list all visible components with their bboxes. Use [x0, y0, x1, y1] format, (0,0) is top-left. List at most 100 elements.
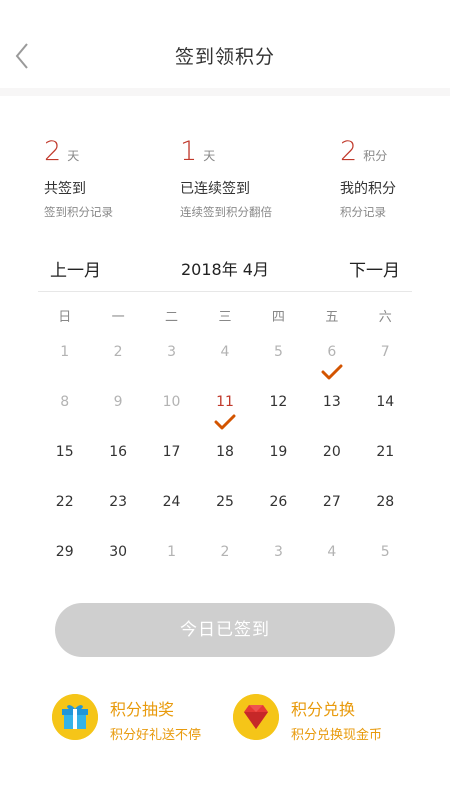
page-title: 签到领积分: [174, 46, 275, 68]
calendar-day[interactable]: 7: [359, 340, 412, 390]
calendar-day[interactable]: 27: [305, 490, 358, 540]
streak-unit: 天: [203, 149, 216, 163]
calendar-day[interactable]: 29: [38, 540, 91, 590]
calendar-day[interactable]: 22: [38, 490, 91, 540]
calendar-day[interactable]: 16: [91, 440, 144, 490]
calendar-day[interactable]: 15: [38, 440, 91, 490]
calendar-day-number: 5: [273, 344, 283, 360]
calendar-day[interactable]: 19: [252, 440, 305, 490]
points-link[interactable]: 积分记录: [340, 204, 396, 220]
total-signin-unit: 天: [67, 149, 80, 163]
calendar-day-number: 2: [113, 344, 123, 360]
calendar-day[interactable]: 1: [38, 340, 91, 390]
calendar-day[interactable]: 9: [91, 390, 144, 440]
ruby-icon: [233, 694, 279, 740]
weekday-label: 六: [378, 310, 392, 325]
calendar-week-row: 8 9 10 11 12 13 14: [38, 390, 412, 440]
total-signin-stat[interactable]: 2天 共签到 签到积分记录: [44, 136, 113, 220]
points-label: 我的积分: [340, 181, 396, 197]
calendar-day-number: 3: [273, 544, 283, 560]
calendar-day[interactable]: 4: [198, 340, 251, 390]
calendar-day-number: 6: [327, 344, 337, 360]
calendar-day[interactable]: 3: [252, 540, 305, 590]
calendar-day-number: 8: [60, 394, 70, 410]
calendar-day[interactable]: 24: [145, 490, 198, 540]
calendar-day-number: 19: [269, 444, 288, 460]
calendar-week-row: 1 2 3 4 5 6 7: [38, 340, 412, 390]
weekday-label: 二: [165, 310, 179, 325]
calendar-day-number: 18: [216, 444, 234, 460]
calendar-day[interactable]: 3: [145, 340, 198, 390]
points-stat[interactable]: 2 积分 我的积分 积分记录: [340, 136, 396, 220]
calendar-day-number: 1: [167, 544, 177, 560]
calendar-day-number: 13: [322, 394, 341, 410]
calendar-day[interactable]: 12: [252, 390, 305, 440]
calendar-day-number: 3: [167, 344, 177, 360]
calendar-day-number: 5: [380, 544, 390, 560]
calendar-day-number: 11: [216, 394, 234, 410]
calendar-day[interactable]: 10: [145, 390, 198, 440]
weekday-label: 日: [58, 310, 72, 325]
weekday-header: 日 一 二 三 四 五 六: [38, 306, 412, 325]
calendar-day[interactable]: 1: [145, 540, 198, 590]
calendar-day[interactable]: 11: [198, 390, 251, 440]
calendar-day-number: 29: [55, 544, 74, 560]
points-count: 2: [340, 136, 358, 167]
checked-mark-icon: [321, 364, 343, 380]
month-navigation: 上一月 2018年 4月 下一月: [38, 252, 412, 292]
calendar-day[interactable]: 18: [198, 440, 251, 490]
lottery-title: 积分抽奖: [110, 700, 175, 719]
calendar-day-number: 7: [380, 344, 390, 360]
calendar-day-number: 22: [55, 494, 74, 510]
calendar-day-number: 12: [269, 394, 288, 410]
calendar-day-number: 26: [269, 494, 288, 510]
streak-count: 1: [180, 136, 198, 167]
calendar-day[interactable]: 21: [359, 440, 412, 490]
calendar-day-number: 30: [109, 544, 128, 560]
calendar-day-number: 15: [55, 444, 74, 460]
header: 签到领积分: [0, 0, 450, 88]
checked-mark-icon: [214, 414, 236, 430]
calendar-week-row: 15 16 17 18 19 20 21: [38, 440, 412, 490]
calendar-day[interactable]: 26: [252, 490, 305, 540]
calendar-day-number: 24: [162, 494, 181, 510]
next-month-button[interactable]: 下一月: [349, 256, 400, 281]
calendar-day[interactable]: 28: [359, 490, 412, 540]
calendar-day[interactable]: 17: [145, 440, 198, 490]
calendar-day[interactable]: 6: [305, 340, 358, 390]
gift-icon: [52, 694, 98, 740]
calendar-day[interactable]: 23: [91, 490, 144, 540]
weekday-label: 三: [218, 310, 232, 325]
calendar-day[interactable]: 25: [198, 490, 251, 540]
calendar-day[interactable]: 8: [38, 390, 91, 440]
signed-today-button[interactable]: 今日已签到: [55, 603, 395, 657]
weekday-label: 一: [111, 310, 125, 325]
calendar-day-number: 10: [162, 394, 181, 410]
points-unit: 积分: [363, 149, 388, 163]
calendar-day[interactable]: 14: [359, 390, 412, 440]
calendar-day[interactable]: 5: [359, 540, 412, 590]
exchange-title: 积分兑换: [291, 700, 356, 719]
exchange-subtitle: 积分兑换现金币: [291, 728, 383, 743]
calendar-day-number: 27: [322, 494, 341, 510]
calendar-day-number: 9: [113, 394, 123, 410]
calendar-week-row: 29 30 1 2 3 4 5: [38, 540, 412, 590]
calendar-day[interactable]: 13: [305, 390, 358, 440]
total-signin-link[interactable]: 签到积分记录: [44, 204, 113, 220]
streak-link[interactable]: 连续签到积分翻倍: [180, 204, 272, 220]
lottery-subtitle: 积分好礼送不停: [110, 728, 202, 743]
calendar-day-number: 16: [109, 444, 128, 460]
calendar-day[interactable]: 2: [91, 340, 144, 390]
weekday-label: 五: [325, 310, 339, 325]
calendar-day-number: 4: [220, 344, 230, 360]
calendar-day-number: 17: [162, 444, 181, 460]
streak-stat[interactable]: 1天 已连续签到 连续签到积分翻倍: [180, 136, 272, 220]
calendar-day-number: 14: [376, 394, 395, 410]
calendar-day[interactable]: 5: [252, 340, 305, 390]
calendar-day[interactable]: 30: [91, 540, 144, 590]
streak-label: 已连续签到: [180, 181, 250, 197]
calendar-day-number: 28: [376, 494, 395, 510]
calendar-day[interactable]: 4: [305, 540, 358, 590]
calendar-day[interactable]: 2: [198, 540, 251, 590]
calendar-day[interactable]: 20: [305, 440, 358, 490]
